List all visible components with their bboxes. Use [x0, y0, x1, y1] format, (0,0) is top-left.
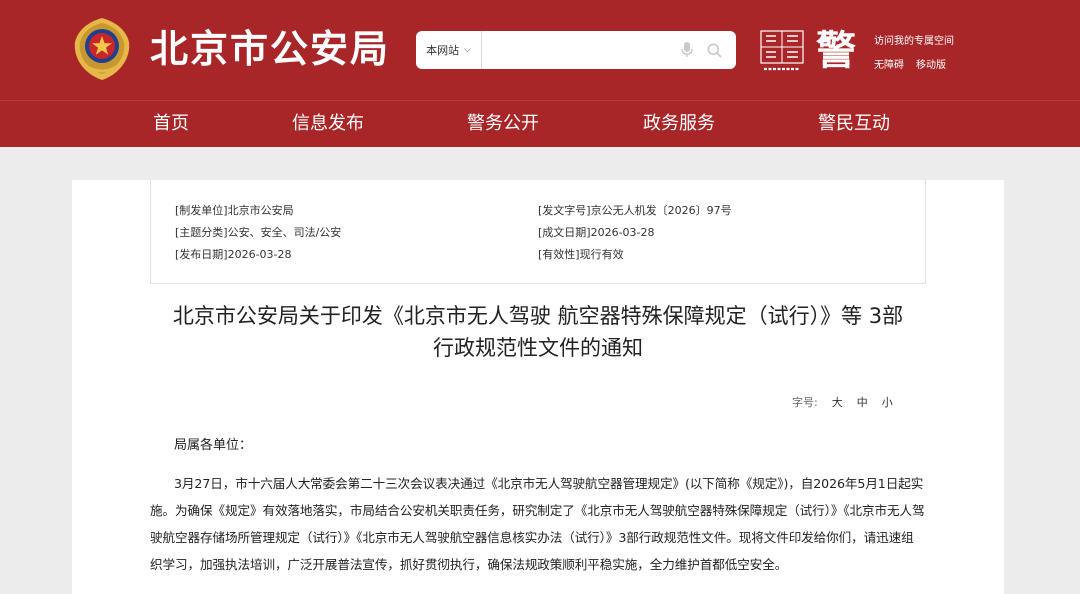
microphone-icon[interactable] — [681, 42, 693, 58]
font-size-label: 字号: — [792, 396, 818, 409]
body-paragraph: 3月27日，市十六届人大常委会第二十三次会议表决通过《北京市无人驾驶航空器管理规… — [150, 476, 925, 572]
chevron-down-icon: ⌵ — [464, 45, 471, 55]
meta-issuer: [制发单位]北京市公安局 — [175, 204, 294, 217]
header-links: 访问我的专属空间 无障碍 移动版 — [874, 36, 954, 72]
font-size-control: 字号: 大 中 小 — [792, 394, 893, 410]
search-scope-label: 本网站 — [426, 44, 460, 57]
meta-written-date: [成文日期]2026-03-28 — [538, 226, 655, 239]
search-input[interactable] — [482, 31, 681, 69]
main-nav: 首页 信息发布 警务公开 政务服务 警民互动 — [0, 100, 1080, 147]
nav-item-gov-services[interactable]: 政务服务 — [643, 101, 715, 147]
salutation: 局属各单位： — [174, 438, 253, 453]
document-meta: [制发单位]北京市公安局 [发文字号]京公无人机发〔2026〕97号 [主题分类… — [150, 180, 926, 284]
title-line-1: 北京市公安局关于印发《北京市无人驾驶 航空器特殊保障规定（试行）》等 3部 — [172, 304, 904, 328]
personal-space-link[interactable]: 访问我的专属空间 — [874, 36, 954, 47]
article-card: [制发单位]北京市公安局 [发文字号]京公无人机发〔2026〕97号 [主题分类… — [72, 180, 1004, 594]
search-scope-select[interactable]: 本网站 ⌵ — [416, 31, 482, 69]
nav-item-police-affairs[interactable]: 警务公开 — [467, 101, 539, 147]
meta-doc-number: [发文字号]京公无人机发〔2026〕97号 — [538, 204, 732, 217]
font-size-large-button[interactable]: 大 — [832, 394, 843, 410]
site-header: 北京市公安局 本网站 ⌵ 警 访问我的专属空间 无障碍 移动版 — [0, 0, 1080, 100]
meta-validity: [有效性]现行有效 — [538, 248, 624, 261]
capital-beijing-logo-icon[interactable] — [760, 30, 804, 74]
search-icon[interactable] — [707, 43, 722, 58]
font-size-medium-button[interactable]: 中 — [857, 394, 868, 410]
page-title: 北京市公安局关于印发《北京市无人驾驶 航空器特殊保障规定（试行）》等 3部 行政… — [150, 300, 926, 364]
font-size-small-button[interactable]: 小 — [882, 394, 893, 410]
site-title[interactable]: 北京市公安局 — [150, 24, 390, 74]
nav-item-interaction[interactable]: 警民互动 — [818, 101, 890, 147]
title-line-2: 行政规范性文件的通知 — [433, 336, 643, 360]
police-emblem-icon[interactable] — [72, 16, 132, 82]
accessibility-link[interactable]: 无障碍 — [874, 60, 904, 72]
police-jing-logo[interactable]: 警 — [812, 28, 860, 74]
meta-category: [主题分类]公安、安全、司法/公安 — [175, 226, 342, 239]
mobile-version-link[interactable]: 移动版 — [916, 60, 946, 72]
search-bar: 本网站 ⌵ — [416, 31, 736, 69]
nav-item-home[interactable]: 首页 — [153, 101, 189, 147]
meta-publish-date: [发布日期]2026-03-28 — [175, 248, 292, 261]
nav-item-info-release[interactable]: 信息发布 — [292, 101, 364, 147]
